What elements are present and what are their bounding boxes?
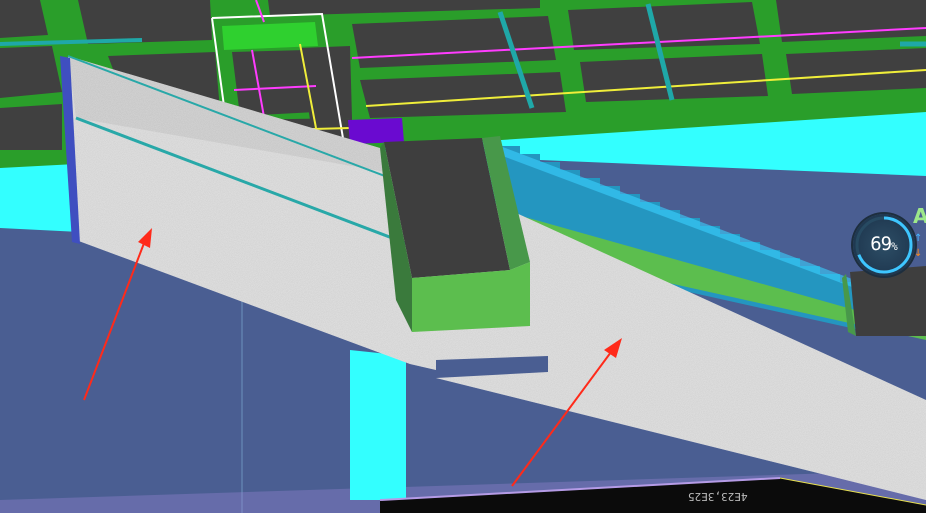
usage-percent-value: 69 [870,233,892,255]
cyan-column [350,350,406,500]
3d-model-scene[interactable] [0,0,926,513]
model-viewport[interactable]: 4E23,3E25 69% A ↑ ↓ [0,0,926,513]
arrow-up-icon: ↑ [914,233,923,244]
usage-gauge: 69% [853,214,915,276]
performance-widget[interactable]: 69% A ↑ ↓ [853,204,926,276]
widget-letter: A [913,204,926,228]
usage-percent: 69% [861,233,907,258]
arrow-down-icon: ↓ [914,248,923,259]
model-tag-label: 4E23,3E25 [688,490,748,503]
usage-percent-unit: % [891,240,898,253]
